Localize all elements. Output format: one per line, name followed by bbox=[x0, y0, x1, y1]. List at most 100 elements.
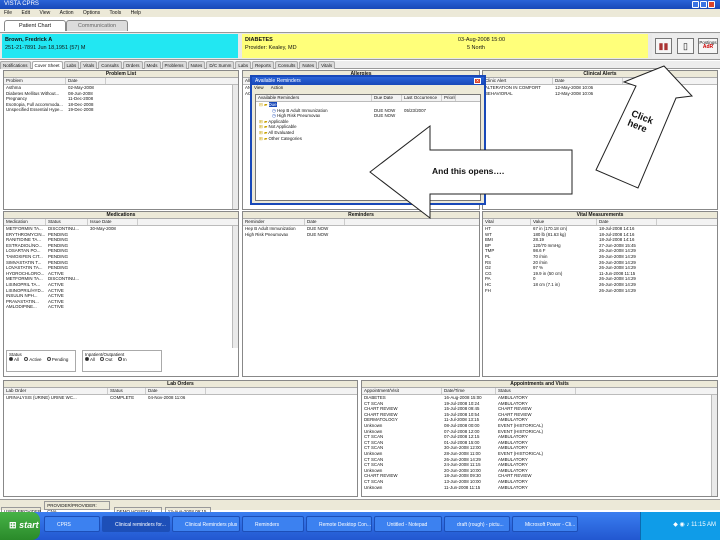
col-issue-date[interactable]: Issue Date bbox=[88, 219, 138, 225]
col-vital[interactable]: Vital bbox=[483, 219, 531, 225]
dialog-menu-view[interactable]: View bbox=[254, 85, 264, 90]
appointment-row[interactable]: Unknown 11-Jun-2008 11:15 AMBULATORY bbox=[362, 485, 717, 491]
medications-title: Medications bbox=[4, 212, 238, 219]
type-filter-all[interactable]: All bbox=[85, 357, 95, 362]
col-date[interactable]: Date bbox=[66, 78, 106, 84]
col-due-date[interactable]: Due Date bbox=[372, 95, 402, 101]
tab-3[interactable]: Vitals bbox=[80, 61, 98, 69]
col-problem[interactable]: Problem bbox=[4, 78, 66, 84]
patient-info-button[interactable]: Brown, Fredrick A 251-21-7891 Jun 18,195… bbox=[2, 34, 238, 58]
type-filter-out[interactable]: Out bbox=[100, 357, 113, 362]
tab-10[interactable]: Labs bbox=[235, 61, 252, 69]
tab-7[interactable]: Problems bbox=[161, 61, 187, 69]
taskbar-item[interactable]: Clinical reminders for... bbox=[102, 516, 170, 532]
col-alert-date[interactable]: Date bbox=[553, 78, 623, 84]
col-available-reminders[interactable]: Available Reminders bbox=[256, 95, 372, 101]
taskbar-item[interactable]: Clinical Reminders plus bbox=[172, 516, 240, 532]
col-appointment[interactable]: Appointment/Visit bbox=[362, 388, 442, 394]
col-appt-status[interactable]: Status bbox=[496, 388, 576, 394]
taskbar-item[interactable]: Reminders bbox=[242, 516, 304, 532]
medications-header: Medication Status Issue Date bbox=[4, 219, 238, 226]
col-medication[interactable]: Medication bbox=[4, 219, 46, 225]
reminder-tree-last bbox=[402, 136, 442, 142]
alert-row-cell: 12-May-2008 10:06 bbox=[555, 90, 594, 96]
tab-13[interactable]: Notes bbox=[299, 61, 318, 69]
col-reminder-date[interactable]: Date bbox=[305, 219, 345, 225]
col-vital-date[interactable]: Date bbox=[597, 219, 657, 225]
type-filter-in[interactable]: In bbox=[117, 357, 127, 362]
menu-view[interactable]: View bbox=[35, 9, 54, 17]
maximize-button[interactable] bbox=[700, 1, 707, 8]
tab-2[interactable]: Labs bbox=[63, 61, 80, 69]
col-lab-date[interactable]: Date bbox=[146, 388, 206, 394]
col-reminder[interactable]: Reminder bbox=[243, 219, 305, 225]
menu-action[interactable]: Action bbox=[56, 9, 78, 17]
postings-value: AdR bbox=[702, 44, 714, 50]
dialog-title: Available Reminders bbox=[255, 78, 301, 84]
remote-data-button[interactable]: ▮▮ bbox=[655, 38, 672, 54]
medication-row[interactable]: AMLODIPINE... ACTIVE bbox=[4, 304, 238, 310]
lab-order-row[interactable]: URINALYSIS (URINE) URINE WC... COMPLETE 04… bbox=[4, 395, 357, 401]
col-last-occurrence[interactable]: Last Occurrence bbox=[402, 95, 442, 101]
tab-0[interactable]: Notifications bbox=[0, 61, 31, 69]
problem-row[interactable]: Unspecified Essential Hype... 19-Dec-2008 bbox=[4, 107, 238, 113]
menu-tools[interactable]: Tools bbox=[106, 9, 126, 17]
menu-edit[interactable]: Edit bbox=[17, 9, 34, 17]
taskbar-item[interactable]: CPRS bbox=[44, 516, 100, 532]
tab-1[interactable]: Cover Sheet bbox=[31, 61, 63, 69]
status-filter-active[interactable]: Active bbox=[24, 357, 42, 362]
menu-options[interactable]: Options bbox=[79, 9, 104, 17]
alert-row[interactable]: BEHAVIORAL 12-May-2008 10:06 bbox=[483, 91, 717, 97]
tab-6[interactable]: Meds bbox=[143, 61, 161, 69]
status-filter-pending[interactable]: Pending bbox=[46, 357, 68, 362]
appointment-row-cell: AMBULATORY bbox=[498, 484, 528, 490]
tab-9[interactable]: D/C Summ bbox=[206, 61, 235, 69]
tab-11[interactable]: Reports bbox=[252, 61, 274, 69]
vitals-title: Vital Measurements bbox=[483, 212, 717, 219]
appointments-header: Appointment/Visit Date/Time Status bbox=[362, 388, 717, 395]
col-priority[interactable]: Priority bbox=[442, 95, 456, 101]
taskbar-item[interactable]: Microsoft Power - Cli... bbox=[512, 516, 578, 532]
encounter-location: DIABETES bbox=[245, 37, 273, 43]
minimize-button[interactable] bbox=[692, 1, 699, 8]
type-filter-group: Inpatient/Outpatient All Out In bbox=[82, 350, 162, 372]
reminder-row[interactable]: High Risk Pneumovax DUE NOW bbox=[243, 232, 479, 238]
medications-scrollbar[interactable] bbox=[232, 226, 238, 348]
col-lab-status[interactable]: Status bbox=[108, 388, 146, 394]
vital-row[interactable]: FH 26-Jun-2008 14:29 bbox=[483, 288, 717, 294]
problem-list-scrollbar[interactable] bbox=[232, 85, 238, 209]
tab-12[interactable]: Consults bbox=[274, 61, 299, 69]
taskbar-item[interactable]: Remote Desktop Con... bbox=[306, 516, 372, 532]
encounter-info-button[interactable]: DIABETES 03-Aug-2008 15:00 Provider: Kea… bbox=[242, 34, 648, 58]
tab-patient-chart[interactable]: Patient Chart bbox=[4, 20, 66, 31]
menu-bar: File Edit View Action Options Tools Help bbox=[0, 9, 720, 17]
tab-14[interactable]: Vitals bbox=[318, 61, 336, 69]
tab-5[interactable]: Orders bbox=[122, 61, 143, 69]
postings-button[interactable]: Postings AdR bbox=[698, 38, 718, 54]
taskbar-item[interactable]: Untitled - Notepad bbox=[374, 516, 442, 532]
tab-communication[interactable]: Communication bbox=[66, 20, 128, 31]
col-lab-order[interactable]: Lab Order bbox=[4, 388, 108, 394]
encounter-visit-date: 03-Aug-2008 15:00 bbox=[457, 37, 505, 43]
tab-4[interactable]: Consults bbox=[98, 61, 122, 69]
menu-help[interactable]: Help bbox=[127, 9, 145, 17]
close-button[interactable] bbox=[708, 1, 715, 8]
status-filter-all[interactable]: All bbox=[9, 357, 19, 362]
encounter-provider: Provider: Kealey, MD bbox=[245, 45, 297, 51]
menu-file[interactable]: File bbox=[0, 9, 16, 17]
col-med-status[interactable]: Status bbox=[46, 219, 88, 225]
col-clinic-alert[interactable]: Clinic Alert bbox=[483, 78, 553, 84]
primary-care-button[interactable]: ▯ bbox=[677, 38, 694, 54]
dialog-close-button[interactable]: ✕ bbox=[474, 78, 481, 84]
start-button[interactable]: ⊞ start bbox=[0, 512, 40, 540]
appointments-scrollbar[interactable] bbox=[711, 395, 717, 496]
lab-order-row-cell: 04-Nov-2008 11:06 bbox=[148, 395, 186, 400]
dialog-menu-action[interactable]: Action bbox=[271, 85, 284, 90]
col-appt-datetime[interactable]: Date/Time bbox=[442, 388, 496, 394]
tab-8[interactable]: Notes bbox=[187, 61, 206, 69]
col-vital-value[interactable]: Value bbox=[531, 219, 597, 225]
reminder-tree-item[interactable]: ⊞ ▰ Other Categories bbox=[256, 136, 480, 142]
clinical-alerts-panel: Clinical Alerts Clinic Alert Date ALTERA… bbox=[482, 70, 718, 210]
remote-data-icon: ▮▮ bbox=[658, 41, 669, 51]
taskbar-item[interactable]: draft (rough) - pictu... bbox=[444, 516, 510, 532]
